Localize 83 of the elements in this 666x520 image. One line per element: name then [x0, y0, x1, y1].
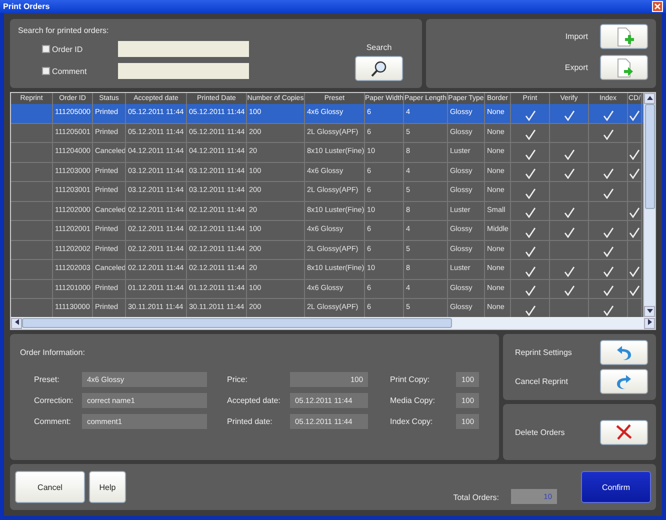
field-label: Correction:	[34, 396, 74, 405]
check-icon	[524, 148, 536, 160]
field-label: Preset:	[34, 375, 60, 384]
caret-left-icon	[14, 319, 18, 325]
check-icon	[524, 188, 536, 198]
input-field[interactable]	[118, 41, 249, 57]
check-icon	[564, 168, 574, 179]
checkbox-label: Order ID	[52, 44, 83, 54]
check-icon	[602, 110, 614, 120]
check-icon	[602, 246, 614, 257]
check-icon	[629, 226, 640, 238]
check-icon	[629, 168, 640, 179]
redo-arrow-icon	[615, 372, 633, 390]
action-button[interactable]	[600, 340, 648, 365]
check-icon	[564, 226, 574, 238]
field-label: Accepted date:	[227, 396, 282, 405]
checkbox[interactable]	[42, 45, 50, 53]
vertical-scrollbar[interactable]	[643, 93, 655, 317]
search-icon	[370, 60, 388, 78]
check-icon	[602, 266, 614, 276]
caret-down-icon	[646, 309, 652, 313]
search-label: Search	[366, 43, 392, 52]
check-icon	[524, 266, 536, 276]
button-label: Cancel Reprint	[515, 377, 568, 386]
scroll-up-button[interactable]	[644, 93, 655, 104]
button-label: Export	[564, 63, 588, 72]
scroll-down-button[interactable]	[644, 306, 655, 317]
button-label: Delete Orders	[515, 428, 565, 436]
horizontal-scrollbar[interactable]	[11, 317, 655, 329]
scroll-left-button[interactable]	[11, 318, 22, 328]
caret-right-icon	[648, 319, 652, 325]
scroll-right-button[interactable]	[644, 318, 655, 328]
cancel-button[interactable]: Cancel	[15, 471, 85, 503]
field-label: Index Copy:	[390, 417, 434, 426]
check-icon	[629, 110, 640, 120]
field-label: Media Copy:	[390, 396, 436, 405]
check-icon	[524, 226, 536, 238]
check-icon	[564, 207, 574, 218]
field-label: Print Copy:	[390, 375, 431, 384]
search-button[interactable]	[355, 56, 403, 81]
check-icon	[629, 285, 640, 296]
check-icon	[564, 110, 574, 120]
button-label: Reprint Settings	[515, 348, 572, 357]
check-icon	[524, 168, 536, 179]
check-icon	[629, 207, 640, 218]
confirm-button[interactable]: Confirm	[581, 471, 651, 503]
import-button[interactable]	[600, 24, 648, 49]
button-label: Import	[565, 32, 588, 41]
check-icon	[602, 168, 614, 179]
check-icon	[602, 285, 614, 296]
check-icon	[629, 266, 640, 276]
search-heading: Search for printed orders:	[18, 26, 110, 35]
total-orders-label: Total Orders:	[453, 493, 499, 502]
checkbox-label: Comment	[52, 66, 87, 76]
delete-button[interactable]	[600, 420, 648, 444]
check-icon	[602, 129, 614, 140]
check-icon	[602, 188, 614, 198]
check-icon	[564, 148, 574, 160]
check-icon	[524, 285, 536, 296]
window-title: Print Orders	[3, 2, 50, 11]
check-icon	[602, 304, 614, 316]
field-label: Price:	[227, 375, 248, 384]
check-icon	[524, 246, 536, 257]
close-button[interactable]	[652, 1, 663, 12]
order-info-heading: Order Information:	[20, 348, 85, 357]
check-icon	[564, 285, 574, 296]
check-icon	[602, 226, 614, 238]
undo-arrow-icon	[615, 344, 633, 362]
check-icon	[564, 266, 574, 276]
check-icon	[524, 207, 536, 218]
check-icon	[629, 148, 640, 160]
input-field[interactable]	[118, 63, 249, 79]
check-icon	[524, 110, 536, 120]
check-icon	[524, 129, 536, 140]
field-label: Printed date:	[227, 417, 274, 426]
action-button[interactable]	[600, 369, 648, 394]
field-label: Comment:	[34, 417, 72, 426]
help-button[interactable]: Help	[89, 471, 126, 503]
caret-up-icon	[646, 96, 652, 100]
close-icon	[615, 423, 633, 441]
export-button[interactable]	[600, 55, 648, 80]
check-icon	[524, 304, 536, 316]
checkbox[interactable]	[42, 67, 50, 75]
